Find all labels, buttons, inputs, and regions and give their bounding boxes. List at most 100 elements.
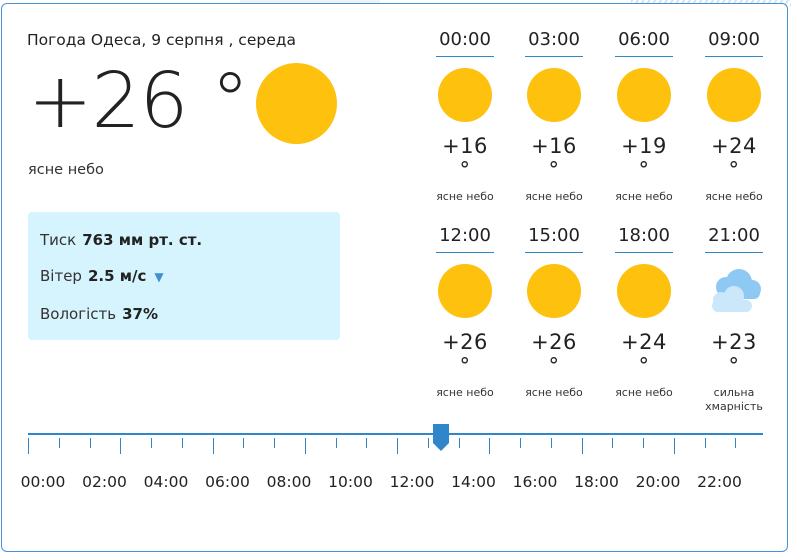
hour-temperature: +24 °: [711, 134, 757, 182]
pressure-row: Тиск 763 мм рт. ст.: [40, 231, 202, 249]
timeline-tick: [335, 438, 337, 448]
hour-time: 21:00: [708, 225, 760, 246]
hour-time: 06:00: [618, 29, 670, 50]
timeline-tick: [366, 438, 368, 448]
hour-forecast[interactable]: 06:00 +19 ° ясне небо: [614, 28, 674, 204]
hour-temperature: +16 °: [442, 134, 488, 182]
timeline-label: 20:00: [635, 473, 681, 491]
hour-description: ясне небо: [705, 190, 763, 203]
pressure-value: 763 мм рт. ст.: [82, 231, 203, 249]
hour-description: ясне небо: [615, 190, 673, 203]
timeline-label: 10:00: [328, 473, 373, 491]
current-temperature: +26 °: [28, 57, 249, 146]
timeline-tick: [427, 438, 429, 448]
hour-description: ясне небо: [525, 386, 583, 399]
hour-divider: [436, 252, 494, 253]
timeline-label: 18:00: [574, 473, 619, 491]
timeline-label: 02:00: [82, 473, 127, 491]
hour-divider: [525, 56, 583, 57]
wind-direction-icon: ▼: [154, 270, 164, 284]
hour-forecast[interactable]: 15:00 +26 ° ясне небо: [524, 224, 584, 400]
hour-forecast[interactable]: 03:00 +16 ° ясне небо: [524, 28, 584, 204]
hour-temperature: +24 °: [621, 330, 667, 378]
hour-forecast[interactable]: 00:00 +16 ° ясне небо: [435, 28, 495, 204]
timeline-tick: [581, 438, 583, 454]
timeline-tick: [520, 438, 521, 448]
sun-icon: [617, 68, 671, 122]
location-date: Погода Одеса, 9 серпня , середа: [27, 31, 296, 49]
timeline-tick: [212, 438, 214, 454]
humidity-label: Вологість: [40, 305, 117, 323]
timeline-tick: [58, 438, 60, 448]
hour-time: 12:00: [439, 225, 491, 246]
timeline-tick: [735, 438, 737, 448]
hour-forecast[interactable]: 18:00 +24 ° ясне небо: [614, 224, 674, 400]
hour-divider: [615, 56, 673, 57]
timeline-tick: [181, 438, 183, 448]
wind-value: 2.5 м/с: [87, 267, 147, 285]
sun-icon: [527, 68, 581, 122]
hour-forecast[interactable]: 12:00 +26 ° ясне небо: [435, 224, 495, 400]
timeline-label: 14:00: [451, 473, 496, 491]
timeline-label: 00:00: [20, 473, 66, 491]
sun-icon: [707, 68, 761, 122]
hour-divider: [615, 252, 673, 253]
timeline-label: 22:00: [697, 473, 742, 491]
pressure-label: Тиск: [40, 231, 77, 249]
timeline-tick: [28, 438, 29, 454]
humidity-row: Вологість 37%: [40, 305, 158, 323]
hour-temperature: +19 °: [621, 134, 667, 182]
timeline-handle[interactable]: [431, 422, 451, 452]
timeline-tick: [89, 438, 91, 448]
hour-time: 18:00: [618, 225, 670, 246]
current-description: ясне небо: [28, 162, 104, 178]
timeline-label: 08:00: [266, 473, 312, 491]
timeline-tick: [120, 438, 122, 454]
timeline-tick: [274, 438, 275, 448]
timeline-tick: [151, 438, 152, 448]
sun-icon: [438, 68, 492, 122]
hour-temperature: +26 °: [531, 330, 577, 378]
timeline-tick: [304, 438, 306, 454]
hour-description: ясне небо: [615, 386, 673, 399]
timeline-label: 06:00: [205, 473, 250, 491]
cloud-icon: [704, 264, 764, 318]
timeline-track[interactable]: [28, 433, 763, 435]
timeline-label: 12:00: [389, 473, 435, 491]
timeline-label: 04:00: [143, 473, 189, 491]
hour-time: 09:00: [708, 29, 760, 50]
sun-icon: [438, 264, 492, 318]
timeline-tick: [612, 438, 614, 448]
hour-description: ясне небо: [436, 386, 494, 399]
hour-divider: [705, 56, 763, 57]
sun-icon: [617, 264, 671, 318]
timeline-tick: [673, 438, 675, 454]
timeline-label: 16:00: [512, 473, 558, 491]
timeline-tick: [243, 438, 245, 448]
hour-temperature: +26 °: [442, 330, 488, 378]
hour-description: ясне небо: [525, 190, 583, 203]
hour-divider: [705, 252, 763, 253]
timeline-tick: [550, 438, 552, 448]
timeline-tick: [458, 438, 460, 448]
hour-temperature: +23 °: [711, 330, 757, 378]
hour-divider: [525, 252, 583, 253]
timeline-tick: [704, 438, 706, 448]
hour-time: 15:00: [528, 225, 580, 246]
details-panel: Тиск 763 мм рт. ст. Вітер 2.5 м/с ▼ Вологіс…: [28, 212, 340, 340]
hour-forecast[interactable]: 21:00 +23 ° сильна хмарність: [704, 224, 764, 414]
hour-time: 03:00: [528, 29, 580, 50]
timeline-tick: [489, 438, 491, 454]
hour-forecast[interactable]: 09:00 +24 ° ясне небо: [704, 28, 764, 204]
timeline-tick: [397, 438, 398, 454]
wind-row: Вітер 2.5 м/с ▼: [40, 267, 164, 285]
hour-divider: [436, 56, 494, 57]
humidity-value: 37%: [122, 305, 159, 323]
hour-time: 00:00: [439, 29, 491, 50]
hour-temperature: +16 °: [531, 134, 577, 182]
hour-description: ясне небо: [436, 190, 494, 203]
hour-description: сильна хмарність: [705, 386, 763, 413]
timeline-tick: [643, 438, 644, 448]
sun-icon: [527, 264, 581, 318]
wind-label: Вітер: [40, 267, 82, 285]
